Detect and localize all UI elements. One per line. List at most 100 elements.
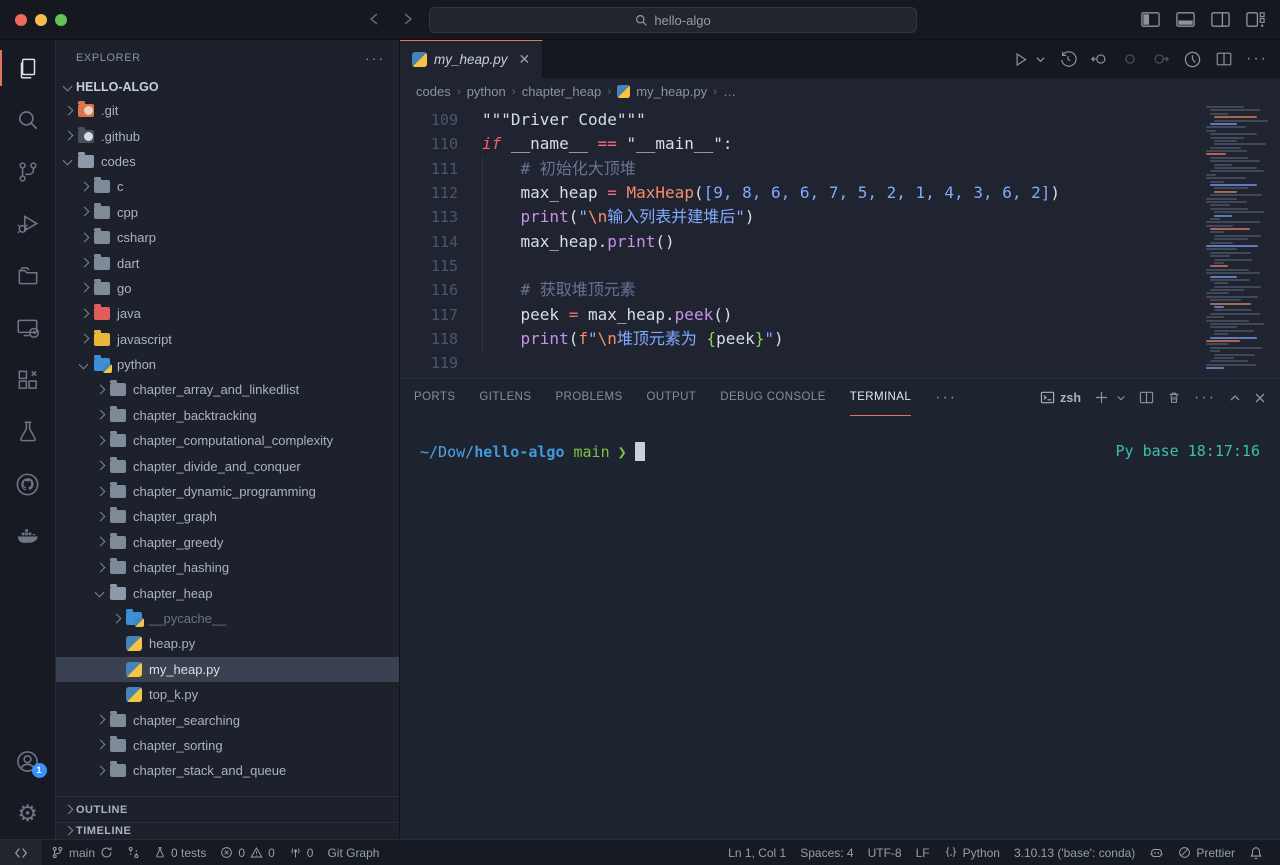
line-number[interactable]: 110 <box>400 132 458 156</box>
close-panel-icon[interactable] <box>1254 392 1266 404</box>
panel-tab-output[interactable]: OUTPUT <box>647 379 697 416</box>
maximize-panel-icon[interactable] <box>1229 392 1241 404</box>
kill-terminal-icon[interactable] <box>1167 390 1181 405</box>
python-interpreter[interactable]: 3.10.13 ('base': conda) <box>1007 840 1142 865</box>
code-editor[interactable]: 109"""Driver Code"""110if __name__ == "_… <box>400 104 1280 378</box>
run-and-debug-icon[interactable] <box>0 198 56 250</box>
panel-tab-problems[interactable]: PROBLEMS <box>555 379 622 416</box>
code-line-114[interactable]: 114 max_heap.print() <box>400 230 1280 254</box>
run-python-file-icon[interactable] <box>1012 51 1029 68</box>
gitlens-compare-icon[interactable] <box>120 840 147 865</box>
more-actions-icon[interactable]: ··· <box>1246 50 1268 68</box>
tree-item-heap-py[interactable]: heap.py <box>56 631 399 656</box>
indentation[interactable]: Spaces: 4 <box>793 840 860 865</box>
breadcrumb-file[interactable]: my_heap.py <box>636 84 707 99</box>
accounts-icon[interactable]: 1 <box>0 735 56 787</box>
split-editor-icon[interactable] <box>1215 50 1233 68</box>
customize-layout-icon[interactable] <box>1245 9 1266 30</box>
terminal-dropdown-icon[interactable] <box>1116 393 1126 403</box>
tree-item--git[interactable]: .git <box>56 98 399 123</box>
source-control-icon[interactable] <box>0 146 56 198</box>
toggle-panel-icon[interactable] <box>1175 9 1196 30</box>
ports-status[interactable]: 0 <box>282 840 321 865</box>
code-line-115[interactable]: 115 <box>400 254 1280 278</box>
language-mode[interactable]: Python <box>937 840 1007 865</box>
explorer-icon[interactable] <box>0 42 56 94</box>
notifications-bell-icon[interactable] <box>1242 840 1270 865</box>
code-line-119[interactable]: 119 <box>400 351 1280 375</box>
tree-item-chapter-sorting[interactable]: chapter_sorting <box>56 733 399 758</box>
breadcrumb-symbol[interactable]: … <box>723 84 736 99</box>
code-line-118[interactable]: 118 print(f"\n堆顶元素为 {peek}") <box>400 327 1280 351</box>
git-graph-button[interactable]: Git Graph <box>320 840 386 865</box>
tree-item-top-k-py[interactable]: top_k.py <box>56 682 399 707</box>
outline-section[interactable]: OUTLINE <box>56 796 399 822</box>
cursor-position[interactable]: Ln 1, Col 1 <box>721 840 793 865</box>
extensions-icon[interactable] <box>0 354 56 406</box>
line-number[interactable]: 109 <box>400 108 458 132</box>
tree-item--github[interactable]: .github <box>56 123 399 148</box>
run-dropdown-icon[interactable] <box>1035 54 1046 65</box>
tree-item-csharp[interactable]: csharp <box>56 225 399 250</box>
breadcrumb-chapter-heap[interactable]: chapter_heap <box>522 84 602 99</box>
minimap[interactable] <box>1206 106 1272 336</box>
folders-icon[interactable] <box>0 250 56 302</box>
code-line-110[interactable]: 110if __name__ == "__main__": <box>400 132 1280 156</box>
tree-item-codes[interactable]: codes <box>56 149 399 174</box>
zoom-window-button[interactable] <box>55 14 67 26</box>
tree-item-my-heap-py[interactable]: my_heap.py <box>56 657 399 682</box>
code-line-112[interactable]: 112 max_heap = MaxHeap([9, 8, 6, 6, 7, 5… <box>400 181 1280 205</box>
tab-my-heap[interactable]: my_heap.py ✕ <box>400 40 543 78</box>
problems-status[interactable]: 0 0 <box>213 840 281 865</box>
toggle-primary-sidebar-icon[interactable] <box>1140 9 1161 30</box>
tree-item-dart[interactable]: dart <box>56 250 399 275</box>
tree-item-python[interactable]: python <box>56 352 399 377</box>
line-number[interactable]: 114 <box>400 230 458 254</box>
panel-tab-gitlens[interactable]: GITLENS <box>479 379 531 416</box>
tree-item-java[interactable]: java <box>56 301 399 326</box>
breadcrumb-codes[interactable]: codes <box>416 84 451 99</box>
tree-item-chapter-searching[interactable]: chapter_searching <box>56 707 399 732</box>
close-window-button[interactable] <box>15 14 27 26</box>
docker-icon[interactable] <box>0 510 56 562</box>
eol-sequence[interactable]: LF <box>909 840 937 865</box>
panel-tab-terminal[interactable]: TERMINAL <box>850 379 911 416</box>
line-number[interactable]: 118 <box>400 327 458 351</box>
new-terminal-icon[interactable] <box>1094 390 1109 405</box>
command-center-search[interactable]: hello-algo <box>429 7 917 33</box>
file-history-icon[interactable] <box>1059 50 1077 68</box>
line-number[interactable]: 117 <box>400 303 458 327</box>
tree-item-cpp[interactable]: cpp <box>56 200 399 225</box>
tree-item-chapter-stack-and-queue[interactable]: chapter_stack_and_queue <box>56 758 399 783</box>
panel-more-tabs-icon[interactable]: ··· <box>935 389 957 407</box>
code-line-116[interactable]: 116 # 获取堆顶元素 <box>400 278 1280 302</box>
tree-root-hello-algo[interactable]: HELLO-ALGO <box>56 75 399 98</box>
line-number[interactable]: 116 <box>400 278 458 302</box>
git-branch-status[interactable]: main <box>44 840 120 865</box>
code-line-113[interactable]: 113 print("\n输入列表并建堆后") <box>400 205 1280 229</box>
tree-item-chapter-hashing[interactable]: chapter_hashing <box>56 555 399 580</box>
panel-more-actions-icon[interactable]: ··· <box>1194 389 1216 407</box>
terminal-shell-label[interactable]: zsh <box>1040 390 1081 405</box>
code-line-117[interactable]: 117 peek = max_heap.peek() <box>400 303 1280 327</box>
split-terminal-icon[interactable] <box>1139 390 1154 405</box>
tree-item-javascript[interactable]: javascript <box>56 327 399 352</box>
tests-status[interactable]: 0 tests <box>147 840 213 865</box>
tree-item-chapter-heap[interactable]: chapter_heap <box>56 580 399 605</box>
search-icon[interactable] <box>0 94 56 146</box>
tree-item-chapter-greedy[interactable]: chapter_greedy <box>56 530 399 555</box>
minimize-window-button[interactable] <box>35 14 47 26</box>
tree-item-chapter-dynamic-programming[interactable]: chapter_dynamic_programming <box>56 479 399 504</box>
back-icon[interactable] <box>366 9 384 29</box>
settings-gear-icon[interactable]: ⚙ <box>0 787 56 839</box>
tree-item--pycache-[interactable]: __pycache__ <box>56 606 399 631</box>
previous-change-icon[interactable] <box>1090 50 1108 68</box>
tree-item-chapter-computational-complexity[interactable]: chapter_computational_complexity <box>56 428 399 453</box>
tree-item-c[interactable]: c <box>56 174 399 199</box>
panel-tab-ports[interactable]: PORTS <box>414 379 455 416</box>
remote-indicator[interactable] <box>0 840 42 865</box>
github-icon[interactable] <box>0 458 56 510</box>
encoding[interactable]: UTF-8 <box>861 840 909 865</box>
line-number[interactable]: 111 <box>400 157 458 181</box>
explorer-more-actions-icon[interactable]: ··· <box>365 50 385 66</box>
